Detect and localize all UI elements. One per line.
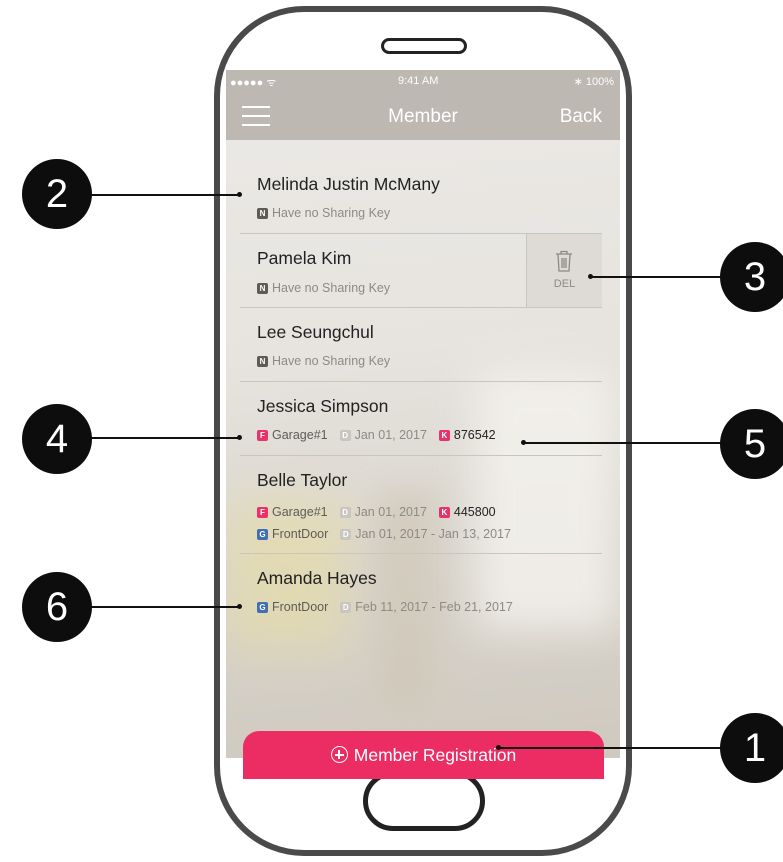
member-row[interactable]: Jessica Simpson F Garage#1 D Jan 01, 2017 K 8… [240, 382, 602, 456]
app-screen: ●●●●● ᯤ 9:41 AM ∗ 100% Member Back Melin… [226, 70, 620, 758]
member-name: Amanda Hayes [257, 568, 377, 588]
no-key-note: Have no Sharing Key [272, 281, 391, 295]
door-name: FrontDoor [272, 527, 329, 541]
badge-k-icon: K [438, 430, 450, 441]
badge-f-icon: F [257, 507, 268, 518]
callout-marker-2: 2 [22, 159, 92, 229]
callout-line-2 [80, 194, 240, 196]
battery-indicator: ∗ 100% [573, 76, 614, 88]
badge-d-icon: D [339, 507, 351, 518]
key-code: 876542 [453, 428, 496, 442]
badge-g-icon: G [257, 529, 268, 540]
key-date: Jan 01, 2017 [354, 428, 427, 442]
member-name: Belle Taylor [257, 470, 348, 490]
callout-line-5 [523, 442, 733, 444]
door-name: Garage#1 [272, 428, 328, 442]
callout-marker-6: 6 [22, 572, 92, 642]
callout-dot-6 [237, 604, 242, 609]
signal-indicator: ●●●●● ᯤ [230, 77, 277, 89]
callout-dot-3 [588, 274, 593, 279]
delete-label: DEL [553, 278, 576, 290]
badge-g-icon: G [257, 602, 268, 613]
door-name: Garage#1 [272, 505, 328, 519]
callout-marker-3: 3 [720, 242, 783, 312]
member-key-info: F Garage#1 D Jan 01, 2017 K 445800 [257, 505, 496, 519]
member-key-info: N Have no Sharing Key [257, 281, 390, 295]
badge-n-icon: N [257, 356, 268, 367]
member-key-info: N Have no Sharing Key [257, 206, 390, 220]
no-key-note: Have no Sharing Key [272, 354, 391, 368]
status-bar: ●●●●● ᯤ 9:41 AM ∗ 100% [226, 70, 620, 92]
badge-f-icon: F [257, 430, 268, 441]
trash-icon [556, 250, 572, 272]
key-date-range: Jan 01, 2017 - Jan 13, 2017 [355, 527, 511, 541]
member-list: Melinda Justin McMany N Have no Sharing K… [240, 160, 602, 628]
callout-dot-5 [521, 440, 526, 445]
door-name: FrontDoor [272, 600, 329, 614]
callout-marker-4: 4 [22, 404, 92, 474]
badge-n-icon: N [257, 208, 268, 219]
member-key-info: G FrontDoor D Feb 11, 2017 - Feb 21, 2017 [257, 600, 525, 614]
callout-marker-5: 5 [720, 409, 783, 479]
member-row[interactable]: Melinda Justin McMany N Have no Sharing K… [240, 160, 602, 234]
member-key-info: G FrontDoor D Jan 01, 2017 - Jan 13, 2017 [257, 527, 523, 541]
phone-home-button[interactable] [363, 771, 485, 831]
member-row[interactable]: Belle Taylor F Garage#1 D Jan 01, 2017 K 4458… [240, 456, 602, 554]
member-name: Melinda Justin McMany [257, 174, 440, 194]
callout-dot-1 [496, 745, 501, 750]
callout-dot-2 [237, 192, 242, 197]
badge-k-icon: K [438, 507, 450, 518]
member-name: Jessica Simpson [257, 396, 389, 416]
member-row[interactable]: Lee Seungchul N Have no Sharing Key [240, 308, 602, 382]
member-registration-button[interactable]: Member Registration [243, 731, 604, 779]
plus-circle-icon [330, 746, 348, 763]
key-date-range: Feb 11, 2017 - Feb 21, 2017 [355, 600, 513, 614]
badge-d-icon: D [340, 529, 352, 540]
register-label: Member Registration [353, 745, 517, 765]
callout-dot-4 [237, 435, 242, 440]
member-name: Pamela Kim [257, 248, 352, 268]
member-row[interactable]: Pamela Kim N Have no Sharing Key DEL [240, 234, 602, 308]
badge-d-icon: D [340, 602, 352, 613]
delete-button[interactable]: DEL [526, 234, 602, 307]
callout-marker-1: 1 [720, 713, 783, 783]
phone-speaker [381, 38, 467, 54]
callout-line-3 [590, 276, 735, 278]
callout-line-4 [80, 437, 240, 439]
key-date: Jan 01, 2017 [354, 505, 427, 519]
badge-n-icon: N [257, 283, 268, 294]
back-button[interactable]: Back [560, 106, 602, 128]
member-name: Lee Seungchul [257, 322, 374, 342]
callout-line-1 [498, 747, 733, 749]
callout-line-6 [80, 606, 240, 608]
member-key-info: N Have no Sharing Key [257, 354, 390, 368]
member-key-info: F Garage#1 D Jan 01, 2017 K 876542 [257, 428, 496, 442]
badge-d-icon: D [339, 430, 351, 441]
no-key-note: Have no Sharing Key [272, 206, 391, 220]
member-row[interactable]: Amanda Hayes G FrontDoor D Feb 11, 2017 - F… [240, 554, 602, 628]
key-code: 445800 [453, 505, 496, 519]
nav-bar: Member Back [226, 92, 620, 140]
status-time: 9:41 AM [398, 75, 439, 87]
